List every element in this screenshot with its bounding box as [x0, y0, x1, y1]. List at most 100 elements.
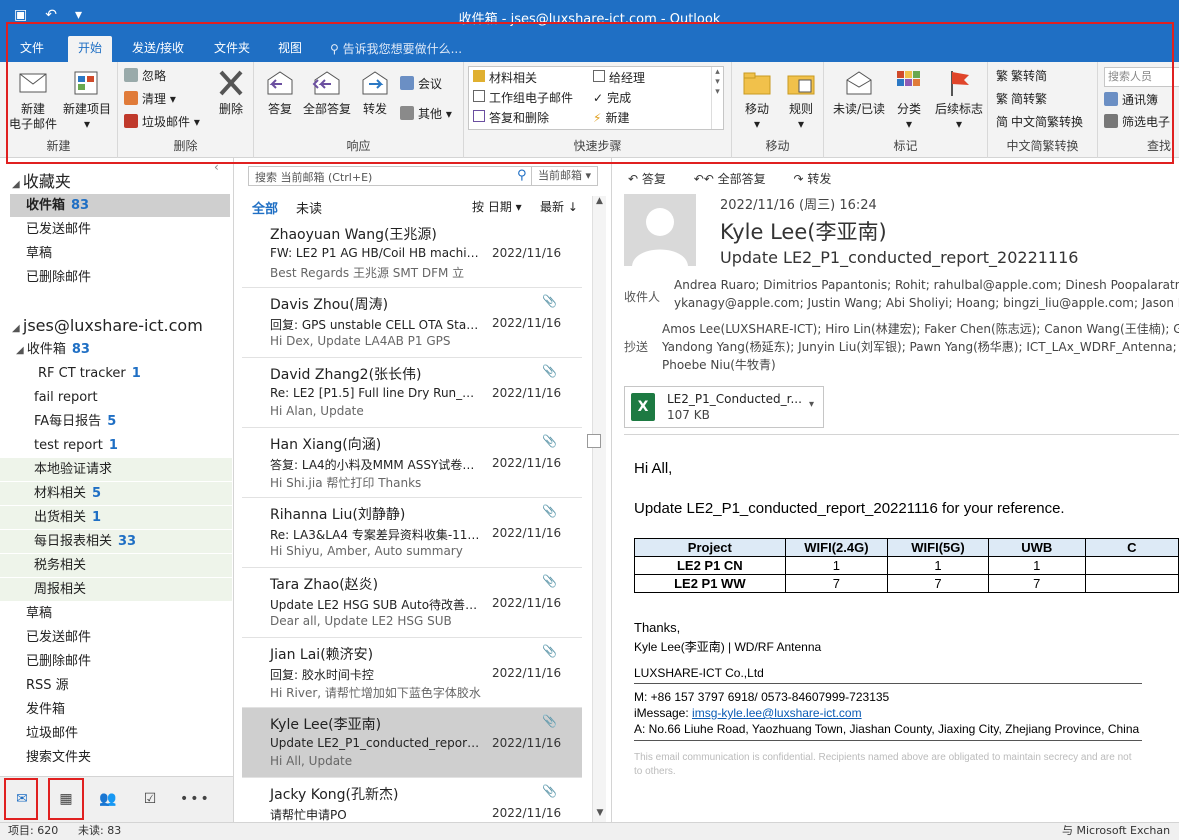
message-item[interactable]: Zhaoyuan Wang(王兆源) FW: LE2 P1 AG HB/Coil… [242, 218, 582, 288]
scroll-up-icon[interactable]: ▲ [593, 196, 606, 210]
address-book-button[interactable]: 通讯簿 [1104, 90, 1158, 110]
message-item-selected[interactable]: Kyle Lee(李亚南) 📎 Update LE2_P1_conducted_… [242, 708, 582, 778]
junk-button[interactable]: 垃圾邮件 ▾ [124, 112, 200, 132]
folder-sent[interactable]: 已发送邮件 [0, 626, 232, 649]
attachment-card[interactable]: X LE2_P1_Conducted_r... 107 KB ▾ [624, 386, 824, 428]
imessage-link[interactable]: imsg-kyle.lee@luxshare-ict.com [692, 706, 862, 720]
reading-reply-all-button[interactable]: ↶↶ 全部答复 [694, 172, 778, 186]
filter-email-button[interactable]: 筛选电子 [1104, 112, 1170, 132]
folder-weekly[interactable]: 周报相关 [0, 578, 232, 601]
folder-deleted[interactable]: 已删除邮件 [0, 650, 232, 673]
reading-forward-button[interactable]: ↷ 转发 [794, 172, 844, 186]
message-item[interactable]: Tara Zhao(赵炎) 📎 Update LE2 HSG SUB Auto待… [242, 568, 582, 638]
favorite-drafts[interactable]: 草稿 [0, 242, 232, 265]
people-nav-icon[interactable]: 👥 [98, 791, 118, 809]
folder-junk[interactable]: 垃圾邮件 [0, 722, 232, 745]
folder-inbox[interactable]: ◢ 收件箱 83 [0, 338, 232, 361]
signature-imessage: iMessage: imsg-kyle.lee@luxshare-ict.com [634, 706, 862, 720]
tab-send-receive[interactable]: 发送/接收 [122, 36, 194, 62]
gallery-scroll[interactable]: ▴ ▾ ▾ [711, 67, 723, 129]
folder-drafts[interactable]: 草稿 [0, 602, 232, 625]
search-scope-dropdown[interactable]: 当前邮箱 ▾ [531, 167, 597, 185]
message-item[interactable]: Davis Zhou(周涛) 📎 回复: GPS unstable CELL O… [242, 288, 582, 358]
chinese-convert-button[interactable]: 简中文简繁转换 [996, 112, 1083, 132]
meeting-button[interactable]: 会议 [400, 74, 442, 94]
quick-step-done[interactable]: ✓ 完成 [593, 89, 631, 106]
account-header[interactable]: ◢ jses@luxshare-ict.com [12, 316, 203, 335]
message-item[interactable]: Jian Lai(赖济安) 📎 回复: 胶水时间卡控 2022/11/16 Hi… [242, 638, 582, 708]
cleanup-button[interactable]: 清理 ▾ [124, 89, 176, 109]
message-list-scrollbar[interactable]: ▲ ▼ [587, 196, 607, 822]
scroll-down-icon[interactable]: ▼ [593, 808, 607, 822]
folder-fa-daily[interactable]: FA每日报告 5 [0, 410, 232, 433]
folder-rf-ct-tracker[interactable]: RF CT tracker 1 [0, 362, 232, 385]
to-recipients-line1[interactable]: Andrea Ruaro; Dimitrios Papantonis; Rohi… [674, 278, 1179, 292]
cc-recipients-line3[interactable]: Phoebe Niu(牛牧青) [662, 356, 776, 373]
scroll-thumb[interactable] [587, 434, 601, 448]
new-items-button[interactable]: 新建项目 ▾ [60, 68, 114, 132]
message-item[interactable]: Han Xiang(向涵) 📎 答复: LA4的小料及MMM ASSY试卷打..… [242, 428, 582, 498]
favorite-deleted[interactable]: 已删除邮件 [0, 266, 232, 289]
reply-button[interactable]: 答复 [256, 68, 304, 117]
forward-button[interactable]: 转发 [352, 68, 398, 117]
filter-all[interactable]: 全部 [252, 198, 278, 217]
rules-button[interactable]: 规则 ▾ [778, 68, 824, 132]
collapse-pane-icon[interactable]: ‹ [214, 160, 219, 174]
tab-folder[interactable]: 文件夹 [204, 36, 260, 62]
message-item[interactable]: Jacky Kong(孔新杰) 📎 请帮忙申请PO 2022/11/16 [242, 778, 582, 822]
search-people-input[interactable]: 搜索人员 [1104, 67, 1179, 87]
folder-pane: ‹ ◢ 收藏夹 收件箱 83 已发送邮件 草稿 已删除邮件 ◢ jses@luxs… [0, 158, 234, 776]
folder-fail-report[interactable]: fail report [0, 386, 232, 409]
folder-rss[interactable]: RSS 源 [0, 674, 232, 697]
signature-divider [634, 740, 1142, 741]
folder-outbox[interactable]: 发件箱 [0, 698, 232, 721]
search-icon[interactable]: ⚲ [517, 168, 527, 183]
folder-search[interactable]: 搜索文件夹 [0, 746, 232, 769]
search-box[interactable]: 搜索 当前邮箱 (Ctrl+E) ⚲ 当前邮箱 ▾ [248, 166, 598, 186]
favorite-inbox[interactable]: 收件箱 83 [10, 194, 230, 217]
tab-home[interactable]: 开始 [68, 36, 113, 62]
favorites-header[interactable]: ◢ 收藏夹 [12, 168, 71, 192]
cc-recipients-line1[interactable]: Amos Lee(LUXSHARE-ICT); Hiro Lin(林建宏); F… [662, 320, 1179, 337]
trad-to-simp-button[interactable]: 繁繁转简 [996, 66, 1047, 86]
follow-up-button[interactable]: 后续标志 ▾ [930, 68, 988, 132]
message-item[interactable]: Rihanna Liu(刘静静) 📎 Re: LA3&LA4 专案差异资料收集-… [242, 498, 582, 568]
categorize-button[interactable]: 分类 ▾ [886, 68, 932, 132]
message-item[interactable]: David Zhang2(张长伟) 📎 Re: LE2 [P1.5] Full … [242, 358, 582, 428]
tab-file[interactable]: 文件 [10, 36, 54, 62]
folder-test-report[interactable]: test report 1 [0, 434, 232, 457]
cc-recipients-line2[interactable]: Yandong Yang(杨延东); Junyin Liu(刘军银); Pawn… [662, 338, 1179, 355]
favorite-sent[interactable]: 已发送邮件 [0, 218, 232, 241]
quick-step-team-email[interactable]: 工作组电子邮件 [473, 89, 573, 106]
tell-me-box[interactable]: ⚲ 告诉我您想要做什么... [330, 40, 462, 57]
tasks-nav-icon[interactable]: ☑ [140, 791, 160, 809]
move-button[interactable]: 移动 ▾ [734, 68, 780, 132]
reading-reply-button[interactable]: ↶ 答复 [628, 172, 678, 186]
filter-unread[interactable]: 未读 [296, 198, 322, 217]
delete-button[interactable]: 删除 [206, 68, 256, 117]
folder-local-verify[interactable]: 本地验证请求 [0, 458, 232, 481]
message-sender[interactable]: Kyle Lee(李亚南) [720, 216, 887, 246]
folder-materials[interactable]: 材料相关 5 [0, 482, 232, 505]
tab-view[interactable]: 视图 [268, 36, 312, 62]
reply-all-button[interactable]: 全部答复 [300, 68, 354, 117]
quick-step-new[interactable]: ⚡ 新建 [593, 109, 629, 126]
more-respond-button[interactable]: 其他 ▾ [400, 104, 452, 124]
more-nav-icon[interactable]: ••• [180, 791, 209, 809]
new-email-button[interactable]: 新建 电子邮件 [8, 68, 58, 132]
simp-to-trad-button[interactable]: 繁简转繁 [996, 89, 1047, 109]
folder-shipping[interactable]: 出货相关 1 [0, 506, 232, 529]
sort-order[interactable]: 最新 ↓ [540, 198, 578, 215]
attachment-menu-icon[interactable]: ▾ [809, 399, 814, 410]
mail-nav-icon[interactable]: ✉ [12, 791, 32, 809]
quick-step-reply-delete[interactable]: 答复和删除 [473, 109, 549, 126]
folder-tax[interactable]: 税务相关 [0, 554, 232, 577]
folder-daily-reports[interactable]: 每日报表相关 33 [0, 530, 232, 553]
calendar-nav-icon[interactable]: ▦ [56, 791, 76, 809]
quick-step-materials[interactable]: 材料相关 [473, 69, 537, 86]
quick-step-to-manager[interactable]: 给经理 [593, 69, 645, 86]
ignore-button[interactable]: 忽略 [124, 66, 166, 86]
sort-by-date[interactable]: 按 日期 ▾ [472, 198, 522, 215]
to-recipients-line2[interactable]: ykanagy@apple.com; Justin Wang; Abi Shol… [674, 296, 1179, 310]
unread-read-button[interactable]: 未读/已读 [828, 68, 890, 117]
